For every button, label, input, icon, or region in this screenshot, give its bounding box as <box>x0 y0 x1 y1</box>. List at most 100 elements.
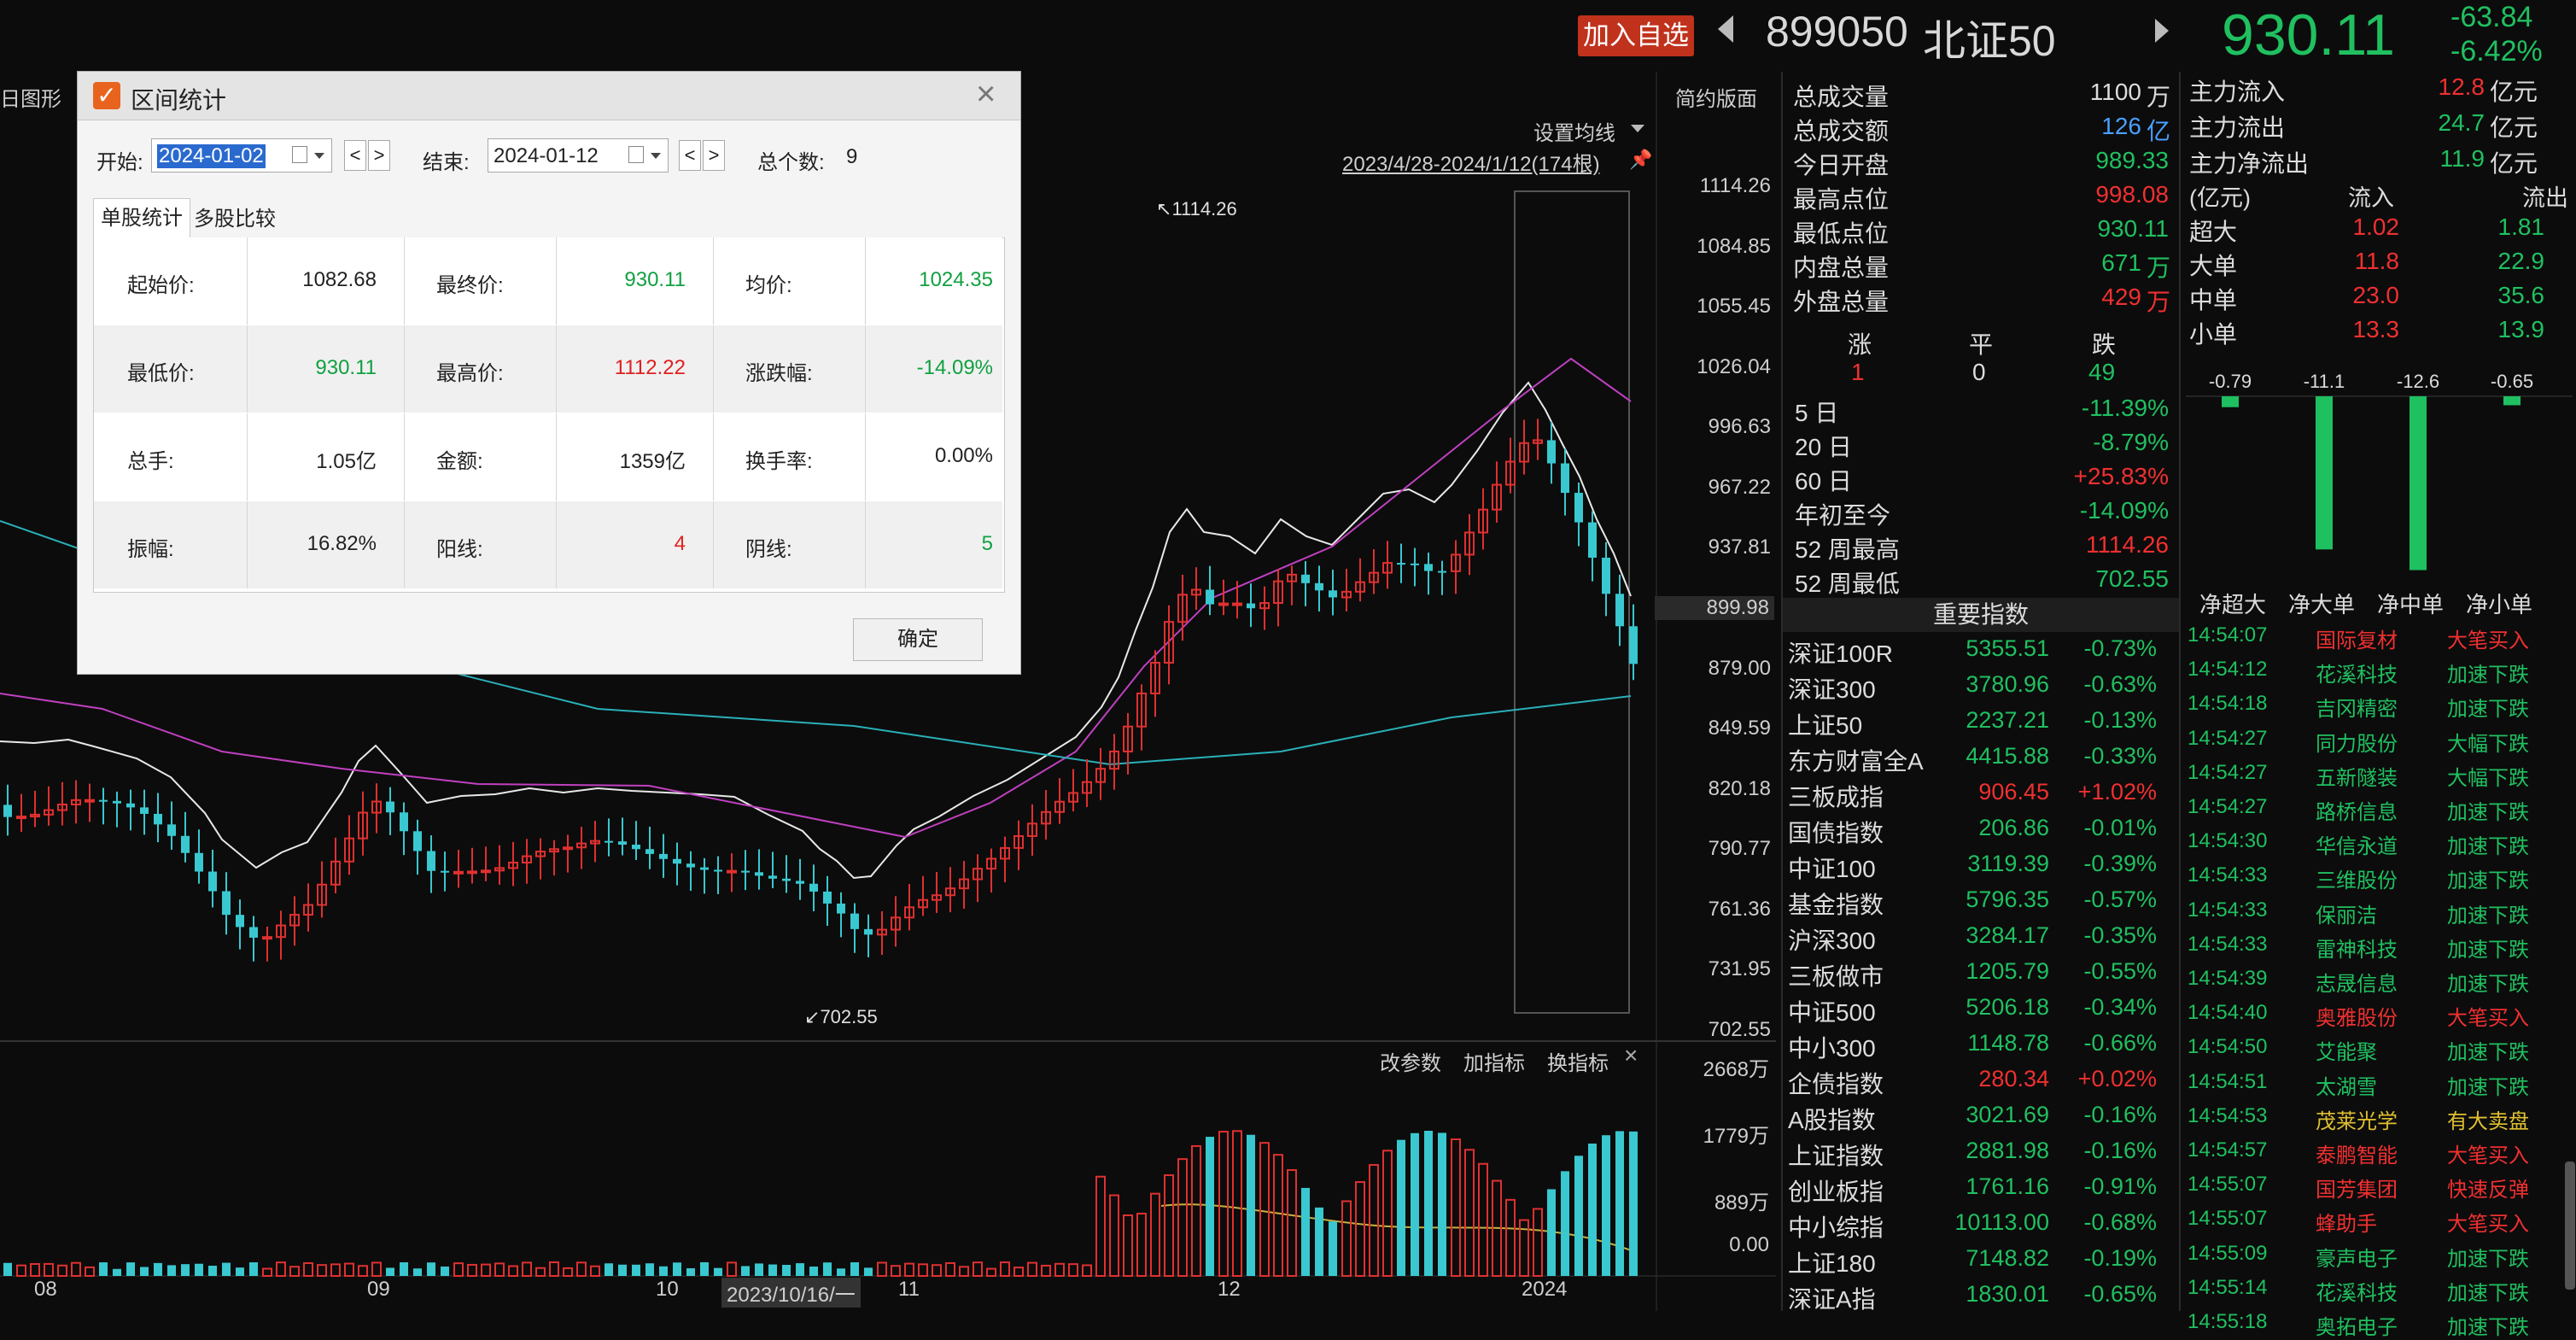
tick-stock[interactable]: 蜂助手 <box>2316 1207 2377 1237</box>
period-label: 60 日 <box>1795 468 1852 494</box>
tick-stock[interactable]: 志晟信息 <box>2316 967 2398 997</box>
stock-name: 北证50 <box>1923 17 2056 65</box>
add-indicator-button[interactable]: 加指标 <box>1463 1046 1525 1076</box>
volume-bar <box>645 1263 654 1276</box>
index-name[interactable]: 国债指数 <box>1788 815 1884 849</box>
index-name[interactable]: 上证指数 <box>1788 1138 1884 1172</box>
tick-stock[interactable]: 五新隧装 <box>2316 761 2398 791</box>
tick-stock[interactable]: 雷神科技 <box>2316 933 2398 963</box>
close-indicator-icon[interactable]: × <box>1624 1042 1638 1069</box>
index-name[interactable]: 沪深300 <box>1788 922 1876 957</box>
stat-label: 内盘总量 <box>1793 255 1890 281</box>
cell-divider <box>247 237 248 325</box>
index-name[interactable]: A股指数 <box>1788 1102 1876 1136</box>
flat-count: 0 <box>1972 359 1986 385</box>
chevron-down-icon[interactable] <box>651 153 661 159</box>
volume-bar <box>289 1266 300 1278</box>
cell-divider <box>404 501 405 588</box>
tab-multi-stock[interactable]: 多股比较 <box>190 202 279 237</box>
vol-ma-line <box>1160 1203 1632 1251</box>
add-favorite-button[interactable]: 加入自选 <box>1578 15 1694 56</box>
end-prev-button[interactable]: < <box>679 140 701 171</box>
tab-single-stock[interactable]: 单股统计 <box>93 198 190 238</box>
volume-bar <box>891 1265 901 1278</box>
index-value: 3119.39 <box>1967 851 2049 876</box>
end-next-button[interactable]: > <box>703 140 725 171</box>
tick-stock[interactable]: 艾能聚 <box>2316 1035 2377 1065</box>
index-name[interactable]: 企债指数 <box>1788 1066 1884 1100</box>
volume-bar <box>1355 1181 1365 1277</box>
candle-down <box>755 872 763 876</box>
scrollbar[interactable] <box>2565 1162 2575 1290</box>
prev-stock-icon[interactable] <box>1718 15 1733 43</box>
divider <box>1781 72 1783 1311</box>
index-name[interactable]: 三板做市 <box>1788 958 1884 992</box>
index-name[interactable]: 上证180 <box>1788 1245 1876 1279</box>
index-name[interactable]: 深证100R <box>1788 635 1893 670</box>
tick-stock[interactable]: 太湖雪 <box>2316 1070 2377 1100</box>
end-date-input[interactable]: 2024-01-12 <box>494 144 599 168</box>
tick-stock[interactable]: 花溪科技 <box>2316 1276 2398 1306</box>
period-value: -14.09% <box>2079 497 2169 524</box>
change-params-button[interactable]: 改参数 <box>1380 1046 1441 1076</box>
stats-value: 1082.68 <box>302 268 377 291</box>
y-tick-label: 761.36 <box>1708 897 1771 921</box>
volume-bar <box>427 1262 435 1276</box>
cell-divider <box>556 413 557 500</box>
start-date-picker[interactable]: 2024-01-02 <box>151 138 332 173</box>
tick-stock[interactable]: 路桥信息 <box>2316 795 2398 825</box>
stats-value: 1359亿 <box>619 450 686 473</box>
tick-stock[interactable]: 保丽洁 <box>2316 898 2377 928</box>
tick-stock[interactable]: 三维股份 <box>2316 863 2398 893</box>
index-name[interactable]: 基金指数 <box>1788 887 1884 921</box>
net-flow-value: -12.6 <box>2397 371 2439 392</box>
candle-down <box>1602 557 1610 594</box>
current-price-tag: 899.98 <box>1655 596 1774 620</box>
ok-button[interactable]: 确定 <box>853 618 983 661</box>
tick-stock[interactable]: 豪声电子 <box>2316 1242 2398 1272</box>
tick-stock[interactable]: 华信永道 <box>2316 829 2398 859</box>
capital-label: 主力流入 <box>2189 79 2286 105</box>
y-tick-label: 1084.85 <box>1697 234 1771 258</box>
cell-divider <box>247 501 248 588</box>
index-name[interactable]: 中证100 <box>1788 851 1876 885</box>
candle-down <box>1574 493 1583 523</box>
dialog-titlebar[interactable]: ✓ 区间统计 × <box>78 72 1020 120</box>
tick-stock[interactable]: 国芳集团 <box>2316 1173 2398 1202</box>
tick-stock[interactable]: 泰鹏智能 <box>2316 1138 2398 1168</box>
start-date-input[interactable]: 2024-01-02 <box>157 144 266 168</box>
index-name[interactable]: 上证50 <box>1788 707 1862 741</box>
tick-stock[interactable]: 茂莱光学 <box>2316 1104 2398 1134</box>
volume-bar <box>1068 1263 1078 1278</box>
flow-in-header: 流入 <box>2348 185 2394 211</box>
tick-stock[interactable]: 奥雅股份 <box>2316 1001 2398 1031</box>
chevron-down-icon[interactable] <box>314 153 324 159</box>
calendar-icon[interactable] <box>292 146 307 163</box>
index-name[interactable]: 深证300 <box>1788 671 1876 705</box>
index-name[interactable]: 中小综指 <box>1788 1209 1884 1243</box>
next-stock-icon[interactable] <box>2155 19 2169 43</box>
close-icon[interactable]: × <box>976 75 996 114</box>
end-date-picker[interactable]: 2024-01-12 <box>488 138 669 173</box>
start-prev-button[interactable]: < <box>344 140 366 171</box>
tick-stock[interactable]: 同力股份 <box>2316 727 2398 757</box>
tick-stock[interactable]: 吉冈精密 <box>2316 692 2398 722</box>
index-name[interactable]: 创业板指 <box>1788 1173 1884 1208</box>
breadth-label: 涨 <box>1848 331 1872 358</box>
index-name[interactable]: 东方财富全A <box>1788 743 1924 777</box>
index-name[interactable]: 中证500 <box>1788 994 1876 1028</box>
stats-value: -14.09% <box>916 356 993 379</box>
tick-stock[interactable]: 花溪科技 <box>2316 658 2398 688</box>
x-tick-label: 2023/10/16/一 <box>721 1278 861 1308</box>
switch-indicator-button[interactable]: 换指标 <box>1547 1046 1609 1076</box>
y-tick-label: 879.00 <box>1708 656 1771 680</box>
index-name[interactable]: 三板成指 <box>1788 779 1884 813</box>
tick-stock[interactable]: 国际复材 <box>2316 623 2398 653</box>
start-next-button[interactable]: > <box>368 140 390 171</box>
candle-up <box>85 799 95 803</box>
index-name[interactable]: 中小300 <box>1788 1030 1876 1064</box>
volume-bar <box>1301 1187 1310 1276</box>
calendar-icon[interactable] <box>628 146 644 163</box>
tick-stock[interactable]: 奥拓电子 <box>2316 1310 2398 1340</box>
index-name[interactable]: 深证A指 <box>1788 1281 1876 1315</box>
